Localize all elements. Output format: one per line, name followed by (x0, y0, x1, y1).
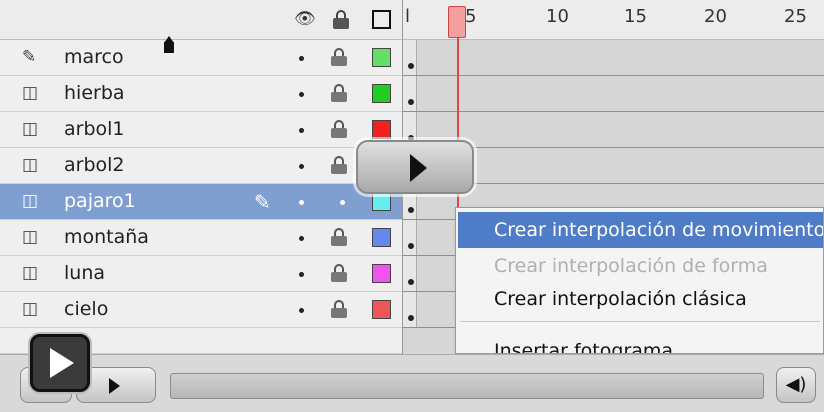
layer-name: luna (64, 262, 106, 284)
layer-color-swatch[interactable] (372, 48, 391, 67)
eye-icon[interactable]: 👁 (294, 9, 316, 29)
layer-panel-header: 👁 (0, 0, 402, 40)
layer-name: arbol2 (64, 154, 125, 176)
layer-name: arbol1 (64, 118, 125, 140)
layer-list: ✎ marco ◫ hierba ◫ arbol1 ◫ arbol2 ◫ paj… (0, 40, 402, 328)
keyframe-dot[interactable] (408, 279, 414, 285)
layer-icon: ◫ (22, 119, 39, 139)
progress-thumb[interactable] (163, 36, 175, 54)
visibility-dot[interactable] (299, 308, 304, 313)
layer-icon: ◫ (22, 227, 39, 247)
layer-name: hierba (64, 82, 125, 104)
menu-separator (460, 321, 820, 322)
playback-controller: ◀) (0, 354, 824, 412)
lock-icon[interactable] (331, 84, 347, 102)
layer-row[interactable]: ◫ luna (0, 256, 402, 292)
layer-row[interactable]: ◫ montaña (0, 220, 402, 256)
outline-square-icon[interactable] (372, 10, 391, 29)
layer-color-swatch[interactable] (372, 192, 391, 211)
frame-row[interactable] (403, 40, 824, 76)
play-icon (109, 378, 120, 394)
frame-row[interactable] (403, 76, 824, 112)
layer-icon: ◫ (22, 83, 39, 103)
lock-icon[interactable] (331, 264, 347, 282)
lock-icon[interactable] (333, 10, 349, 30)
visibility-dot[interactable] (299, 200, 304, 205)
layer-color-swatch[interactable] (372, 228, 391, 247)
pencil-icon: ✎ (254, 190, 271, 214)
ruler-label: 10 (546, 6, 569, 27)
keyframe-dot[interactable] (408, 315, 414, 321)
layer-icon: ◫ (22, 191, 39, 211)
layer-color-swatch[interactable] (372, 120, 391, 139)
layer-name: montaña (64, 226, 149, 248)
visibility-dot[interactable] (299, 164, 304, 169)
layer-icon: ◫ (22, 263, 39, 283)
layer-color-swatch[interactable] (372, 300, 391, 319)
pen-tool-icon: ✎ (22, 47, 37, 67)
keyframe-dot[interactable] (408, 63, 414, 69)
play-icon (50, 348, 74, 378)
play-button[interactable] (356, 140, 474, 194)
menu-item-classic-tween[interactable]: Crear interpolación clásica (458, 281, 823, 317)
layer-row[interactable]: ✎ marco (0, 40, 402, 76)
lock-icon[interactable] (331, 120, 347, 138)
menu-item-motion-tween[interactable]: Crear interpolación de movimiento (458, 212, 823, 248)
progress-track[interactable] (170, 373, 764, 399)
ruler-label: 25 (784, 6, 807, 27)
volume-button[interactable]: ◀) (776, 367, 816, 403)
layer-color-swatch[interactable] (372, 84, 391, 103)
lock-icon[interactable] (331, 300, 347, 318)
lock-icon[interactable] (331, 48, 347, 66)
keyframe-dot[interactable] (408, 207, 414, 213)
playhead-marker[interactable] (448, 6, 466, 38)
visibility-dot[interactable] (299, 92, 304, 97)
menu-item-insert-frame[interactable]: Insertar fotograma (458, 333, 823, 353)
ruler-label: 15 (624, 6, 647, 27)
layer-row[interactable]: ◫ cielo (0, 292, 402, 328)
keyframe-dot[interactable] (408, 99, 414, 105)
layer-row-selected[interactable]: ◫ pajaro1 ✎ (0, 184, 402, 220)
layer-icon: ◫ (22, 155, 39, 175)
layer-row[interactable]: ◫ hierba (0, 76, 402, 112)
lock-icon[interactable] (331, 156, 347, 174)
layer-name: pajaro1 (64, 190, 136, 212)
video-play-overlay-button[interactable] (30, 334, 90, 392)
visibility-dot[interactable] (299, 272, 304, 277)
volume-icon: ◀) (785, 374, 807, 395)
flash-timeline-window: 👁 l 5 10 15 20 25 ✎ marco ◫ hierba ◫ arb… (0, 0, 824, 412)
visibility-dot[interactable] (299, 128, 304, 133)
lock-dot[interactable] (340, 200, 345, 205)
layer-name: cielo (64, 298, 109, 320)
visibility-dot[interactable] (299, 236, 304, 241)
context-menu: Crear interpolación de movimiento Crear … (455, 207, 824, 354)
ruler-label: l (405, 6, 411, 27)
play-icon (410, 154, 427, 182)
menu-item-shape-tween: Crear interpolación de forma (494, 255, 768, 277)
lock-icon[interactable] (331, 228, 347, 246)
layer-icon: ◫ (22, 299, 39, 319)
layer-row[interactable]: ◫ arbol2 (0, 148, 402, 184)
ruler-label: 5 (465, 6, 477, 27)
visibility-dot[interactable] (299, 56, 304, 61)
ruler-label: 20 (704, 6, 727, 27)
layer-row[interactable]: ◫ arbol1 (0, 112, 402, 148)
keyframe-dot[interactable] (408, 243, 414, 249)
layer-name: marco (64, 46, 124, 68)
layer-color-swatch[interactable] (372, 264, 391, 283)
